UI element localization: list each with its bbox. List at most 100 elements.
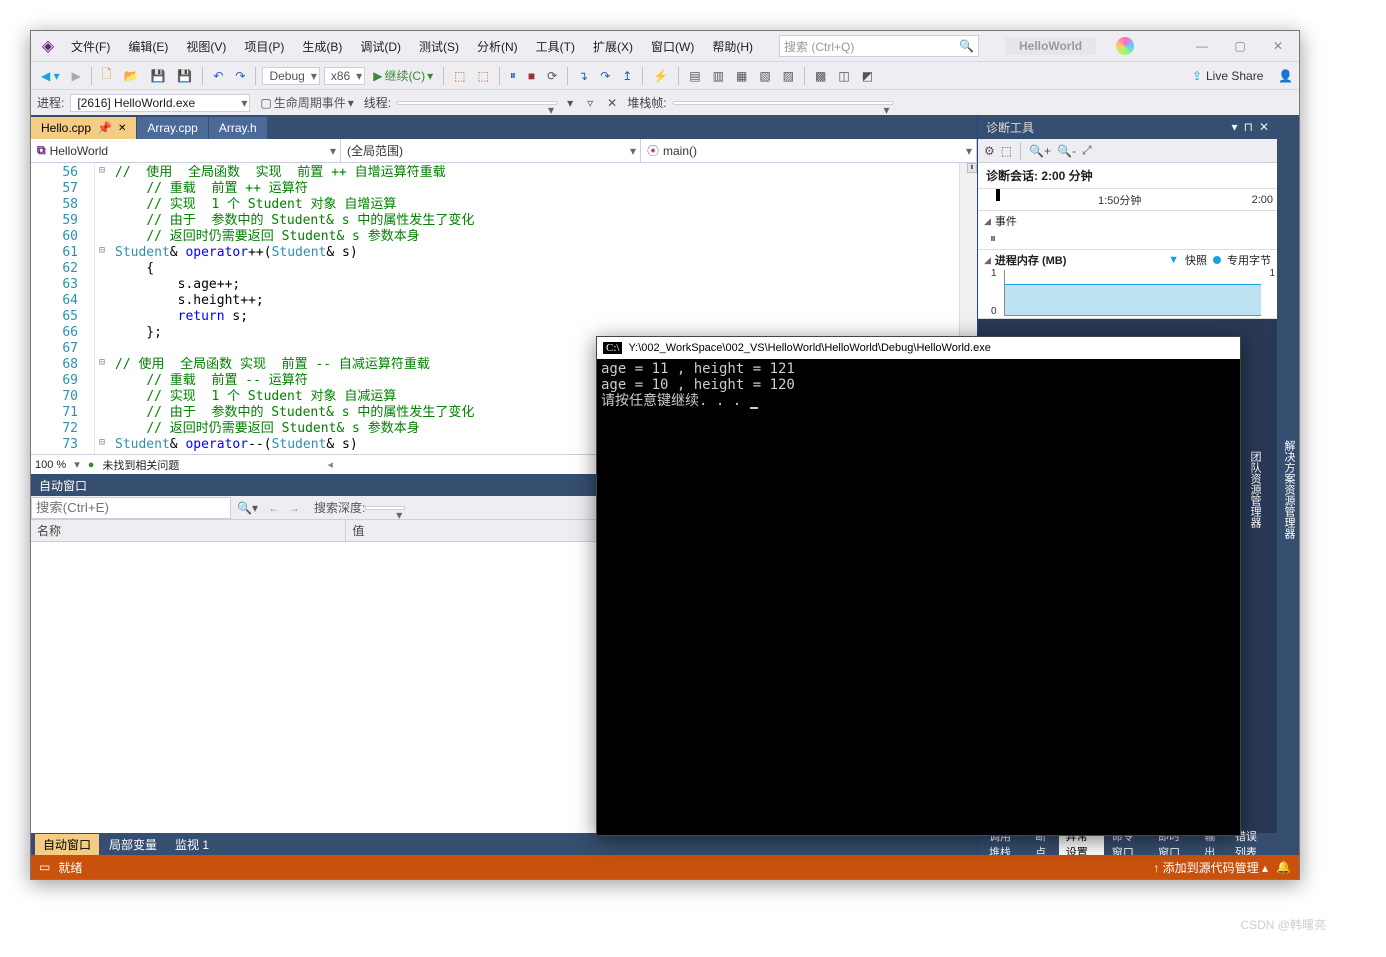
diag-memory-section[interactable]: ◢ 进程内存 (MB) ▼快照 专用字节 1 0 1 [978, 250, 1277, 319]
step-over-icon[interactable]: ↷ [596, 67, 614, 85]
tb-icon-6[interactable]: ▦ [732, 67, 751, 85]
memory-chart: 1 0 1 [1004, 270, 1261, 316]
menu-window[interactable]: 窗口(W) [645, 34, 700, 59]
undo-icon[interactable]: ↶ [209, 67, 227, 85]
diag-close-icon[interactable]: ✕ [1259, 120, 1269, 134]
tab-solution-explorer[interactable]: 解决方案资源管理器 [1279, 434, 1299, 545]
tb-icon-2[interactable]: ⬚ [473, 67, 492, 85]
step-out-icon[interactable]: ↥ [618, 67, 636, 85]
zoom-in-icon[interactable]: 🔍+ [1029, 144, 1051, 158]
save-icon[interactable]: 💾 [146, 67, 169, 85]
tab-hello-cpp[interactable]: Hello.cpp📌✕ [31, 117, 136, 139]
tb-icon-1[interactable]: ⬚ [450, 67, 469, 85]
nav-scope-dropdown[interactable]: (全局范围) [341, 139, 641, 162]
tb2-icon-1[interactable]: ▾ [563, 94, 577, 112]
tb-icon-3[interactable]: ⚡ [649, 67, 672, 85]
continue-button[interactable]: ▶ 继续(C) ▾ [369, 65, 437, 86]
nav-member-dropdown[interactable]: ⦿main() [641, 139, 977, 162]
tab-locals[interactable]: 局部变量 [101, 834, 165, 855]
close-button[interactable]: ✕ [1263, 39, 1293, 53]
tb-icon-11[interactable]: ◩ [858, 67, 877, 85]
autos-search-input[interactable] [31, 497, 231, 519]
tab-array-cpp[interactable]: Array.cpp [137, 117, 207, 139]
console-title-bar[interactable]: C:\ Y:\002_WorkSpace\002_VS\HelloWorld\H… [597, 337, 1240, 359]
platform-dropdown[interactable]: x86 [324, 67, 365, 85]
source-control-button[interactable]: ↑ 添加到源代码管理 ▴ [1153, 859, 1268, 876]
collapse-icon[interactable]: ◢ [984, 255, 991, 266]
menu-project[interactable]: 项目(P) [238, 34, 290, 59]
process-dropdown[interactable]: [2616] HelloWorld.exe [70, 94, 250, 112]
diag-dropdown-icon[interactable]: ▾ [1232, 120, 1238, 134]
nav-prev-icon[interactable]: ← [264, 501, 284, 515]
tb-icon-4[interactable]: ▤ [685, 67, 704, 85]
tb-icon-7[interactable]: ▧ [755, 67, 774, 85]
diag-tb-icon-1[interactable]: ⬚ [1001, 144, 1012, 158]
zoom-level[interactable]: 100 % [35, 459, 66, 471]
menu-analyze[interactable]: 分析(N) [471, 34, 524, 59]
config-dropdown[interactable]: Debug [262, 67, 319, 85]
redo-icon[interactable]: ↷ [231, 67, 249, 85]
search-depth-dropdown[interactable] [365, 506, 405, 510]
tab-autos[interactable]: 自动窗口 [35, 834, 99, 855]
diag-ruler[interactable]: 1:50分钟 2:00 [978, 189, 1277, 211]
console-output: age = 11 , height = 121 age = 10 , heigh… [597, 359, 1240, 835]
account-icon[interactable]: 👤 [1278, 69, 1293, 83]
pin-icon[interactable]: ⊓ [1244, 120, 1253, 134]
stop-icon[interactable]: ■ [524, 67, 539, 85]
zoom-out-icon[interactable]: 🔍- [1057, 144, 1076, 158]
nav-bar: ⧉HelloWorld (全局范围) ⦿main() [31, 139, 977, 163]
stackframe-label: 堆栈帧: [627, 94, 666, 111]
nav-next-icon[interactable]: → [284, 501, 304, 515]
tab-team-explorer[interactable]: 团队资源管理器 [1245, 445, 1265, 534]
diag-title-bar[interactable]: 诊断工具 ▾⊓✕ [978, 115, 1277, 139]
live-share-button[interactable]: ⇪ Live Share 👤 [1192, 69, 1293, 83]
menu-debug[interactable]: 调试(D) [354, 34, 407, 59]
tb-icon-5[interactable]: ▥ [709, 67, 728, 85]
new-project-icon[interactable]: 🗋 [98, 63, 116, 88]
feedback-icon[interactable] [1116, 37, 1134, 55]
tb-icon-8[interactable]: ▨ [779, 67, 798, 85]
menu-extensions[interactable]: 扩展(X) [587, 34, 639, 59]
menu-file[interactable]: 文件(F) [65, 34, 116, 59]
stackframe-dropdown[interactable] [673, 101, 893, 105]
quick-search[interactable]: 搜索 (Ctrl+Q) 🔍 [779, 35, 979, 57]
tb-icon-9[interactable]: ▩ [811, 67, 830, 85]
menu-edit[interactable]: 编辑(E) [122, 34, 174, 59]
diag-events-section[interactable]: ◢事件 ⏸ [978, 211, 1277, 250]
nav-project-dropdown[interactable]: ⧉HelloWorld [31, 139, 341, 162]
close-icon[interactable]: ✕ [118, 123, 126, 134]
minimize-button[interactable]: — [1187, 39, 1217, 53]
status-rect-icon: ▭ [39, 860, 50, 874]
thread-dropdown[interactable] [397, 101, 557, 105]
nav-fwd-button[interactable]: ▶ [68, 67, 85, 85]
collapse-icon[interactable]: ◢ [984, 216, 991, 227]
hscroll-left[interactable]: ◂ [327, 458, 333, 471]
fold-column[interactable]: ⊟⊟⊟⊟⊟ [95, 163, 109, 454]
tb2-icon-2[interactable]: ▿ [583, 94, 597, 112]
tab-watch1[interactable]: 监视 1 [167, 834, 217, 855]
menu-build[interactable]: 生成(B) [296, 34, 348, 59]
console-window[interactable]: C:\ Y:\002_WorkSpace\002_VS\HelloWorld\H… [596, 336, 1241, 836]
menu-view[interactable]: 视图(V) [180, 34, 232, 59]
tb2-icon-3[interactable]: ✕ [603, 94, 621, 112]
menu-test[interactable]: 测试(S) [413, 34, 465, 59]
menu-tools[interactable]: 工具(T) [530, 34, 581, 59]
pause-icon[interactable]: ⏸ [506, 66, 520, 85]
zoom-reset-icon[interactable]: ⤢ [1082, 143, 1092, 158]
console-icon: C:\ [603, 342, 622, 354]
menu-help[interactable]: 帮助(H) [706, 34, 759, 59]
lifecycle-icon[interactable]: ▢ 生命周期事件 ▾ [256, 92, 357, 113]
restart-icon[interactable]: ⟳ [543, 67, 561, 85]
step-into-icon[interactable]: ↴ [574, 67, 592, 85]
col-name[interactable]: 名称 [31, 520, 346, 541]
split-icon[interactable]: ⬍ [967, 163, 977, 173]
maximize-button[interactable]: ▢ [1225, 39, 1255, 53]
search-icon[interactable]: 🔍▾ [231, 501, 264, 515]
nav-back-button[interactable]: ◀ ▾ [37, 67, 64, 85]
tab-array-h[interactable]: Array.h [209, 117, 267, 139]
save-all-icon[interactable]: 💾 [173, 67, 196, 85]
tb-icon-10[interactable]: ◫ [834, 67, 853, 85]
notifications-icon[interactable]: 🔔 [1276, 860, 1291, 874]
open-icon[interactable]: 📂 [119, 67, 142, 85]
gear-icon[interactable]: ⚙ [984, 144, 995, 158]
